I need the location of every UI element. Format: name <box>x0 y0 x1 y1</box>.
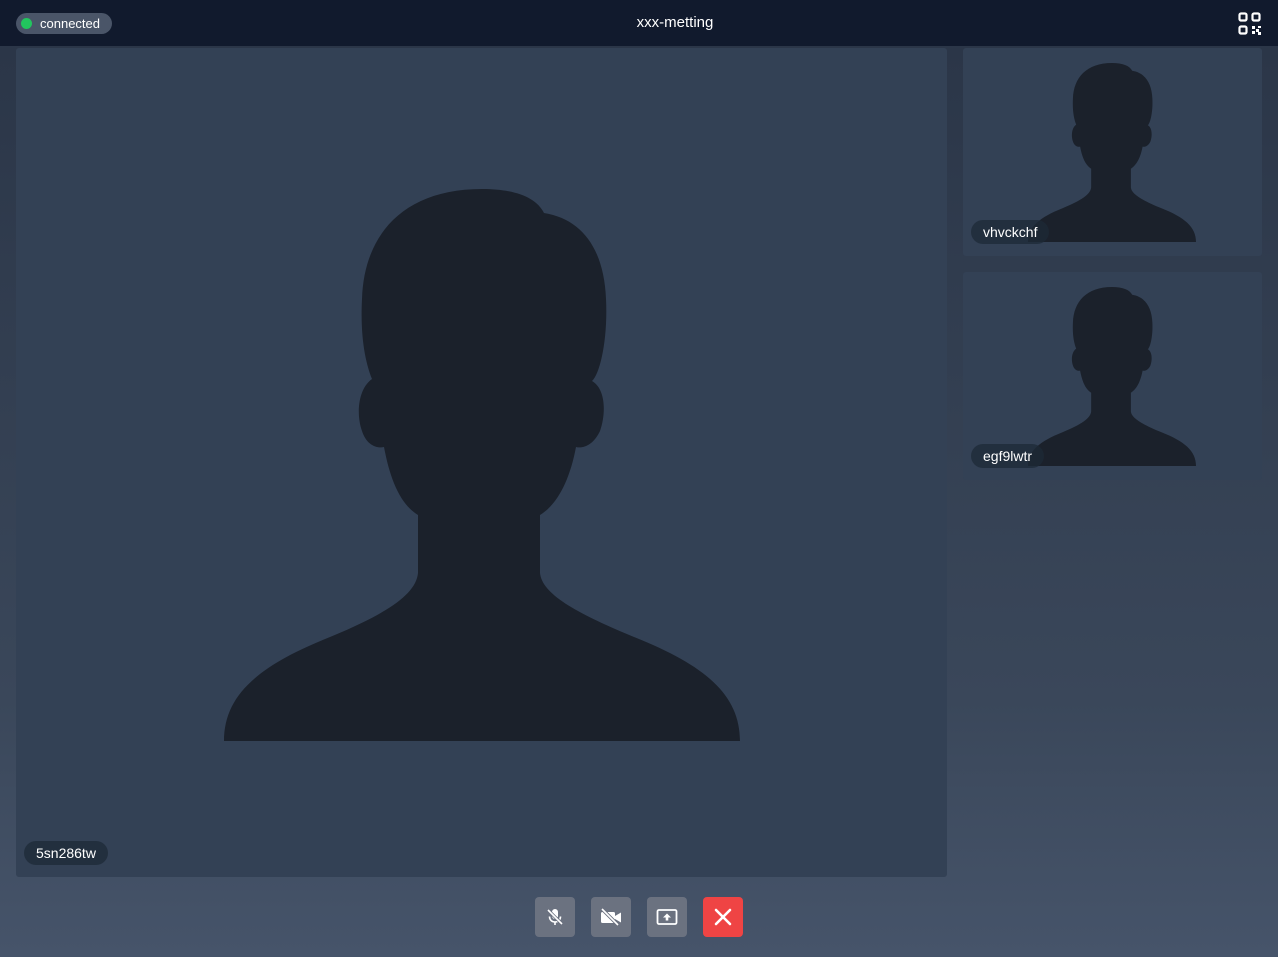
participant-tile-1[interactable]: vhvckchf <box>963 48 1262 256</box>
participant-name-tag: 5sn286tw <box>24 841 108 865</box>
video-off-icon <box>600 907 621 927</box>
qr-code-icon[interactable] <box>1238 12 1262 36</box>
mic-off-icon <box>546 908 564 926</box>
meeting-title: xxx-metting <box>636 14 714 31</box>
close-icon <box>714 908 732 926</box>
toggle-video-button[interactable] <box>591 897 631 937</box>
mute-mic-button[interactable] <box>535 897 575 937</box>
person-silhouette-icon <box>1028 63 1196 242</box>
share-screen-button[interactable] <box>647 897 687 937</box>
screen-share-icon <box>656 909 678 925</box>
participant-name-tag: egf9lwtr <box>971 444 1045 468</box>
top-bar: connected xxx-metting <box>0 0 1278 46</box>
participant-name-tag: vhvckchf <box>971 220 1050 244</box>
person-silhouette-icon <box>224 189 740 741</box>
leave-call-button[interactable] <box>703 897 743 937</box>
participant-tile-2[interactable]: egf9lwtr <box>963 272 1262 480</box>
main-video-tile[interactable]: 5sn286tw <box>16 48 947 877</box>
person-silhouette-icon <box>1028 287 1196 466</box>
